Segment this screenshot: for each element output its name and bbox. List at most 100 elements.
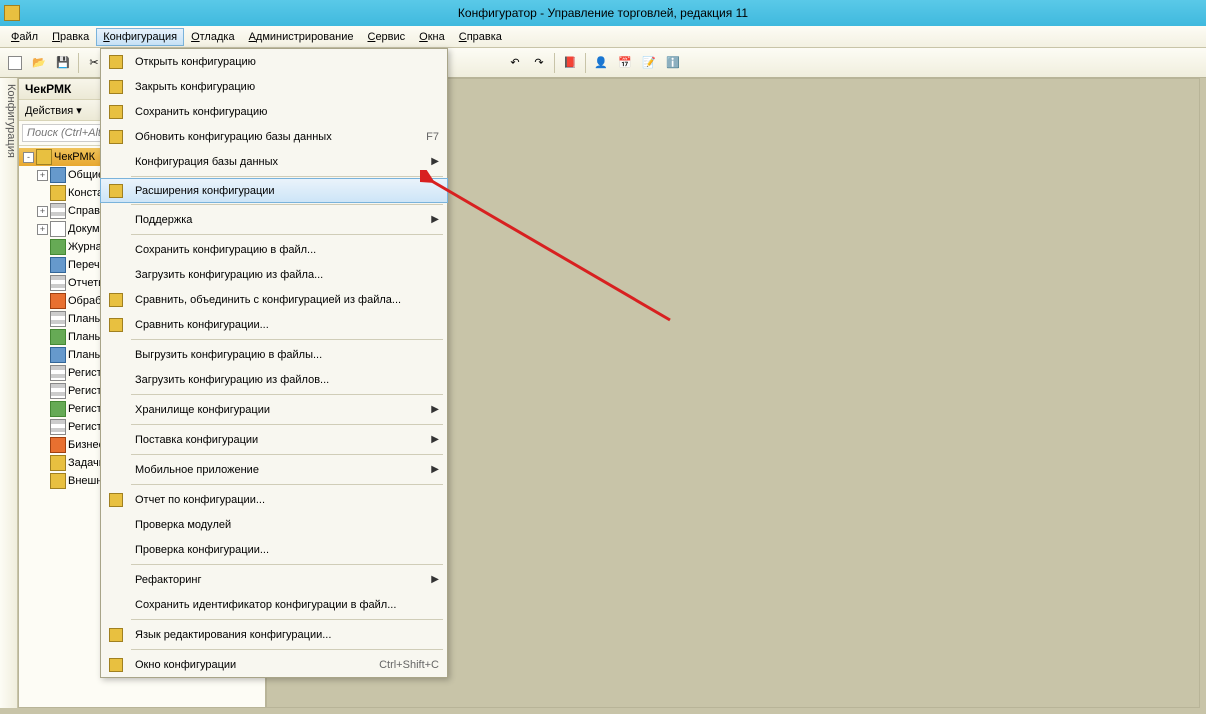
menu-item[interactable]: Поддержка ▶ [101,207,447,232]
submenu-arrow-icon: ▶ [431,434,439,445]
tree-node-label: Регист [68,421,102,433]
menu-separator [131,484,443,485]
menu-item[interactable]: Проверка конфигурации... [101,537,447,562]
new-icon[interactable] [4,52,26,74]
menu-item[interactable]: Сохранить конфигурацию в файл... [101,237,447,262]
tree-expander[interactable]: - [23,152,34,163]
menu-item[interactable]: Загрузить конфигурацию из файлов... [101,367,447,392]
menu-item-label: Сохранить конфигурацию [135,106,439,118]
menu-item[interactable]: Окна [412,28,452,46]
book-icon[interactable]: 📕 [559,52,581,74]
menu-item[interactable]: Окно конфигурацииCtrl+Shift+C [101,652,447,677]
menu-separator [131,394,443,395]
undo-icon[interactable]: ↶ [504,52,526,74]
menu-item-icon [105,318,127,332]
menu-item[interactable]: Отчет по конфигурации... [101,487,447,512]
menu-item[interactable]: Правка [45,28,96,46]
menu-item[interactable]: Сравнить конфигурации... [101,312,447,337]
menu-item[interactable]: Конфигурация [96,28,184,46]
menu-item[interactable]: Выгрузить конфигурацию в файлы... [101,342,447,367]
tree-node-label: Конста [68,187,103,199]
tree-expander[interactable]: + [37,224,48,235]
tree-node-icon [50,365,66,381]
tree-expander[interactable]: + [37,206,48,217]
tree-node-icon [50,239,66,255]
tree-expander[interactable]: + [37,170,48,181]
save-icon[interactable]: 💾 [52,52,74,74]
submenu-arrow-icon: ▶ [431,214,439,225]
menu-item-shortcut: Ctrl+Shift+C [379,659,439,671]
menu-item[interactable]: Расширения конфигурации [100,178,448,203]
menu-item[interactable]: Хранилище конфигурации▶ [101,397,447,422]
tree-expander [37,440,48,451]
menu-item-label: Поддержка [135,214,423,226]
menu-item[interactable]: Поставка конфигурации ▶ [101,427,447,452]
tree-expander [37,278,48,289]
menu-separator [131,454,443,455]
menu-item-label: Рефакторинг [135,574,423,586]
tree-expander [37,188,48,199]
menu-item[interactable]: Сервис [360,28,412,46]
tree-node-icon [50,347,66,363]
titlebar: Конфигуратор - Управление торговлей, ред… [0,0,1206,26]
menu-item-icon [105,658,127,672]
menu-item[interactable]: Проверка модулей [101,512,447,537]
tree-expander [37,404,48,415]
menu-item[interactable]: Сохранить идентификатор конфигурации в ф… [101,592,447,617]
menu-item-label: Конфигурация базы данных [135,156,423,168]
menu-item[interactable]: Файл [4,28,45,46]
tree-node-icon [50,455,66,471]
menu-item-label: Сохранить конфигурацию в файл... [135,244,439,256]
menu-item[interactable]: Сохранить конфигурацию [101,99,447,124]
redo-icon[interactable]: ↷ [528,52,550,74]
menu-item[interactable]: Рефакторинг ▶ [101,567,447,592]
tree-node-label: Регист [68,403,102,415]
tree-expander [37,386,48,397]
menu-item-label: Сохранить идентификатор конфигурации в ф… [135,599,439,611]
info-icon[interactable]: ℹ️ [662,52,684,74]
menu-separator [131,424,443,425]
tree-node-label: Бизнес [68,439,104,451]
tree-node-icon [50,473,66,489]
tree-node-icon [50,383,66,399]
menu-item-icon [105,55,127,69]
menu-item[interactable]: Конфигурация базы данных▶ [101,149,447,174]
menu-item[interactable]: Открыть конфигурацию [101,49,447,74]
menu-item-label: Проверка конфигурации... [135,544,439,556]
menu-item[interactable]: Язык редактирования конфигурации... [101,622,447,647]
tree-node-icon [50,257,66,273]
menu-item[interactable]: Загрузить конфигурацию из файла... [101,262,447,287]
menu-item[interactable]: Администрирование [242,28,361,46]
open-icon[interactable]: 📂 [28,52,50,74]
menu-item[interactable]: Закрыть конфигурацию [101,74,447,99]
submenu-arrow-icon: ▶ [431,574,439,585]
menu-item-label: Поставка конфигурации [135,434,423,446]
menu-item[interactable]: Справка [452,28,509,46]
menu-item-icon [105,493,127,507]
tree-expander [37,458,48,469]
tree-node-icon [50,275,66,291]
menu-item[interactable]: Отладка [184,28,242,46]
menu-item-icon [105,293,127,307]
menu-item[interactable]: Мобильное приложение▶ [101,457,447,482]
sidebar-vertical-tab[interactable]: Конфигурация [0,78,18,708]
tree-node-label: Планы [68,349,102,361]
tree-node-icon [50,221,66,237]
menu-item[interactable]: Сравнить, объединить с конфигурацией из … [101,287,447,312]
tree-node-icon [50,167,66,183]
tree-node-label: Планы [68,313,102,325]
menu-item[interactable]: Обновить конфигурацию базы данныхF7 [101,124,447,149]
tree-node-label: Регист [68,367,102,379]
menu-item-icon [105,184,127,198]
menu-separator [131,619,443,620]
menubar: ФайлПравкаКонфигурацияОтладкаАдминистрир… [0,26,1206,48]
menu-item-label: Сравнить конфигурации... [135,319,439,331]
doc-icon[interactable]: 📝 [638,52,660,74]
menu-item-label: Открыть конфигурацию [135,56,439,68]
user-icon[interactable]: 👤 [590,52,612,74]
menu-item-label: Сравнить, объединить с конфигурацией из … [135,294,439,306]
menu-item-label: Выгрузить конфигурацию в файлы... [135,349,439,361]
calendar-icon[interactable]: 📅 [614,52,636,74]
menu-item-shortcut: F7 [426,131,439,143]
menu-item-label: Хранилище конфигурации [135,404,423,416]
